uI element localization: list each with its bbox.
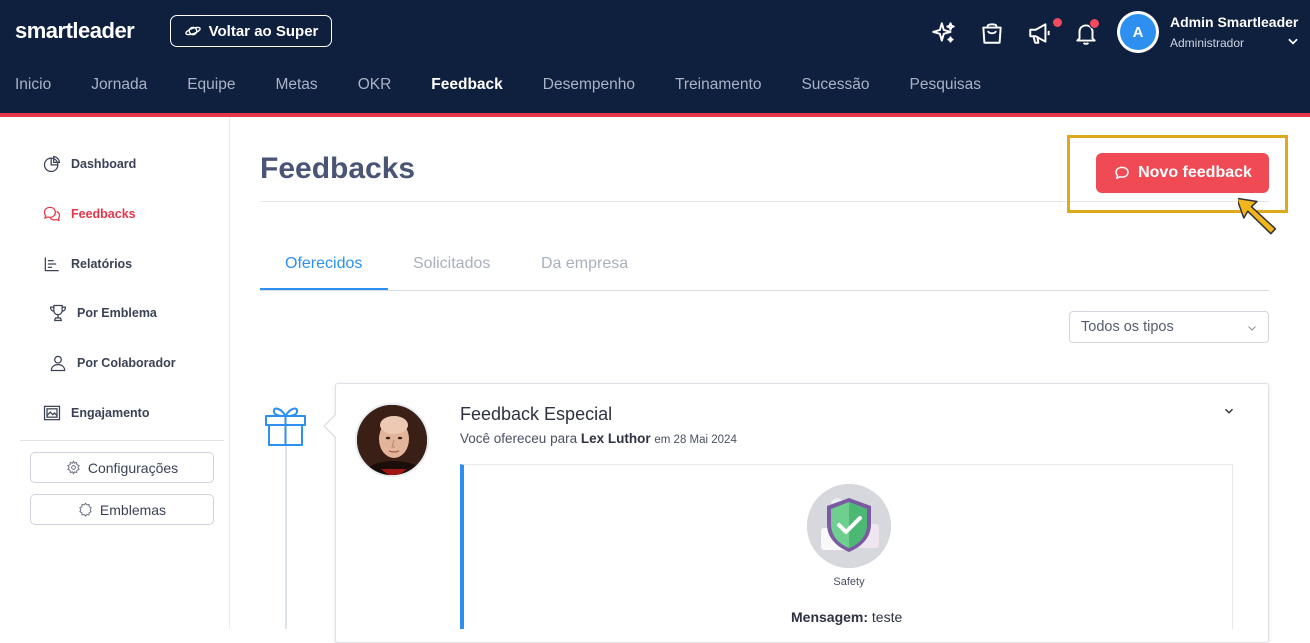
feedback-subtitle-prefix: Você ofereceu para bbox=[460, 431, 578, 446]
back-to-super-label: Voltar ao Super bbox=[208, 22, 319, 40]
badge-icon bbox=[79, 502, 92, 517]
type-filter-select[interactable]: Todos os tipos bbox=[1069, 311, 1269, 343]
chevron-down-icon bbox=[1248, 326, 1256, 331]
feedback-recipient: Lex Luthor bbox=[580, 431, 651, 446]
nav-okr[interactable]: OKR bbox=[358, 76, 392, 98]
nav-sucessao[interactable]: Sucessão bbox=[801, 76, 869, 98]
announcement-dot bbox=[1052, 17, 1063, 28]
pie-chart-icon bbox=[43, 155, 61, 173]
sidebar-divider bbox=[20, 440, 224, 441]
chat-bubble-icon bbox=[1115, 166, 1129, 179]
pointer-arrow-icon bbox=[1238, 197, 1277, 235]
shield-check-icon bbox=[807, 484, 891, 568]
chevron-down-icon[interactable] bbox=[1286, 34, 1300, 48]
nav-treinamento[interactable]: Treinamento bbox=[675, 76, 761, 98]
app-logo[interactable]: smartleader bbox=[15, 18, 135, 44]
badge-emblem bbox=[807, 484, 891, 568]
avatar[interactable]: A bbox=[1117, 11, 1159, 53]
settings-button-label: Configurações bbox=[87, 459, 179, 476]
feedback-message: Mensagem: teste bbox=[791, 609, 902, 625]
sidebar-item-feedbacks[interactable]: Feedbacks bbox=[42, 204, 136, 224]
page-title: Feedbacks bbox=[260, 152, 416, 185]
user-role: Administrador bbox=[1170, 36, 1245, 50]
avatar-initial: A bbox=[1120, 14, 1156, 50]
nav-inicio[interactable]: Inicio bbox=[15, 76, 51, 98]
sidebar-item-por-emblema[interactable]: Por Emblema bbox=[48, 303, 157, 323]
type-filter-value: Todos os tipos bbox=[1081, 319, 1174, 335]
chevron-down-icon[interactable] bbox=[1222, 404, 1236, 418]
bar-list-icon bbox=[44, 257, 59, 272]
tab-oferecidos[interactable]: Oferecidos bbox=[285, 255, 362, 273]
user-name[interactable]: Admin Smartleader bbox=[1170, 14, 1298, 30]
nav-equipe[interactable]: Equipe bbox=[187, 76, 235, 98]
gift-icon bbox=[265, 407, 306, 446]
nav-metas[interactable]: Metas bbox=[275, 76, 317, 98]
nav-pesquisas[interactable]: Pesquisas bbox=[910, 76, 982, 98]
sidebar-item-relatorios[interactable]: Relatórios bbox=[42, 254, 132, 274]
chat-bubbles-icon bbox=[43, 206, 61, 222]
sidebar-item-dashboard[interactable]: Dashboard bbox=[42, 154, 136, 174]
sidebar: Dashboard Feedbacks Relatórios Por Emble… bbox=[0, 117, 230, 629]
sidebar-item-label: Por Colaborador bbox=[77, 356, 176, 370]
badge-name: Safety bbox=[833, 576, 865, 588]
feedback-date: em 28 Mai 2024 bbox=[654, 434, 737, 446]
sidebar-item-label: Feedbacks bbox=[71, 207, 136, 221]
new-feedback-label: Novo feedback bbox=[1138, 164, 1252, 181]
megaphone-icon[interactable] bbox=[1026, 19, 1054, 47]
sidebar-item-label: Engajamento bbox=[71, 406, 150, 420]
card-notch-fill bbox=[325, 414, 337, 438]
sidebar-item-label: Dashboard bbox=[71, 157, 137, 171]
active-tab-indicator bbox=[260, 288, 388, 290]
shopping-bag-icon[interactable] bbox=[978, 19, 1006, 47]
message-label: Mensagem: bbox=[791, 609, 869, 625]
recipient-avatar bbox=[355, 403, 429, 477]
notification-dot bbox=[1089, 18, 1100, 29]
timeline-line bbox=[285, 446, 287, 629]
sparkles-icon[interactable] bbox=[930, 19, 958, 47]
user-icon bbox=[50, 355, 66, 372]
nav-feedback[interactable]: Feedback bbox=[431, 76, 503, 98]
feedback-subtitle: Você ofereceu para Lex Luthor em 28 Mai … bbox=[460, 431, 737, 446]
main-nav: Inicio Jornada Equipe Metas OKR Feedback… bbox=[0, 76, 1006, 98]
nav-jornada[interactable]: Jornada bbox=[91, 76, 147, 98]
message-text: teste bbox=[871, 609, 903, 625]
top-header: smartleader Voltar ao Super A Admin Smar… bbox=[0, 0, 1310, 113]
sidebar-item-label: Relatórios bbox=[71, 257, 133, 271]
nav-desempenho[interactable]: Desempenho bbox=[543, 76, 635, 98]
image-frame-icon bbox=[43, 405, 61, 421]
tab-da-empresa[interactable]: Da empresa bbox=[541, 255, 628, 273]
feedback-title: Feedback Especial bbox=[460, 404, 613, 424]
new-feedback-button[interactable]: Novo feedback bbox=[1096, 153, 1269, 193]
trophy-icon bbox=[49, 304, 67, 322]
tab-solicitados[interactable]: Solicitados bbox=[413, 255, 490, 273]
settings-button[interactable]: Configurações bbox=[30, 452, 214, 483]
sidebar-item-engajamento[interactable]: Engajamento bbox=[42, 403, 150, 423]
planet-icon bbox=[184, 26, 201, 36]
back-to-super-button[interactable]: Voltar ao Super bbox=[170, 15, 332, 47]
emblems-button-label: Emblemas bbox=[99, 501, 167, 518]
emblems-button[interactable]: Emblemas bbox=[30, 494, 214, 525]
sidebar-item-por-colaborador[interactable]: Por Colaborador bbox=[48, 353, 176, 373]
sidebar-item-label: Por Emblema bbox=[77, 306, 157, 320]
gear-icon bbox=[66, 460, 80, 475]
feedback-tabs: Oferecidos Solicitados Da empresa bbox=[260, 240, 1269, 291]
